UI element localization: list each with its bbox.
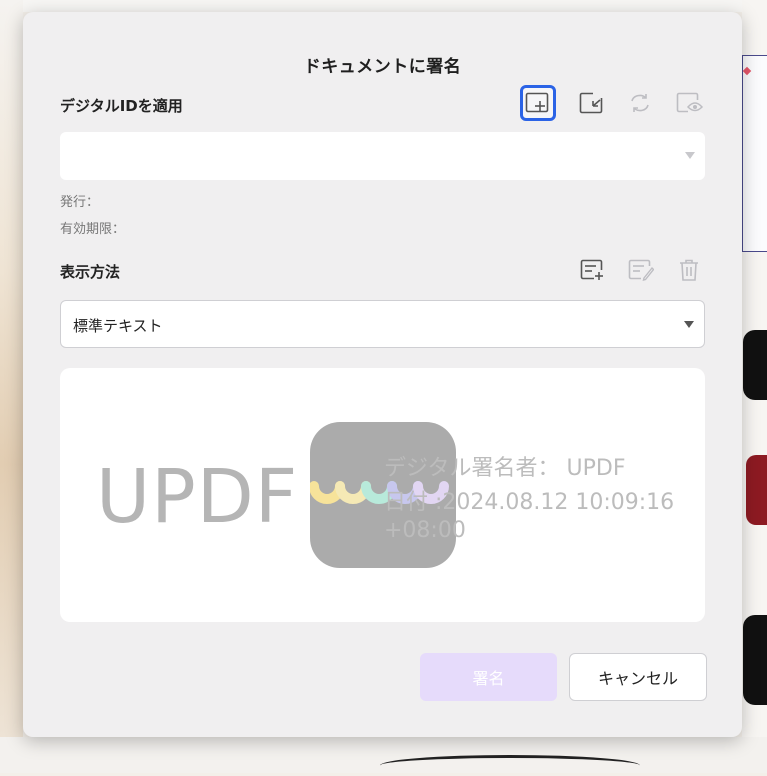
issuer-label: 発行：: [60, 195, 100, 210]
display-method-label: 表示方法: [60, 263, 121, 281]
delete-appearance-button[interactable]: [671, 252, 707, 288]
import-id-icon: [579, 92, 603, 114]
import-digital-id-button[interactable]: [574, 85, 610, 121]
add-digital-id-button[interactable]: [520, 85, 556, 121]
validity-label: 有効期限：: [60, 222, 126, 237]
digital-id-label: デジタルIDを適用: [60, 97, 183, 115]
document-artwork: [743, 330, 767, 400]
refresh-digital-id-button[interactable]: [622, 85, 658, 121]
add-style-icon: [580, 259, 603, 280]
chevron-down-icon: [684, 321, 694, 328]
edit-appearance-button[interactable]: [623, 252, 659, 288]
preview-signer-line: デジタル署名者： UPDF: [384, 456, 626, 481]
refresh-icon: [631, 94, 649, 112]
view-id-icon: [676, 92, 704, 113]
document-background-left: [0, 0, 23, 773]
add-appearance-button[interactable]: [575, 252, 611, 288]
digital-id-select[interactable]: [60, 132, 705, 180]
preview-signer-name: UPDF: [96, 454, 299, 540]
chevron-down-icon: [685, 152, 695, 159]
signature-preview: UPDF デジタル署名者： UPDF 日付 :2024.08.12 10:09:…: [60, 368, 705, 622]
trash-icon: [680, 259, 698, 281]
view-digital-id-button[interactable]: [672, 85, 708, 121]
preview-date-line: 日付 :2024.08.12 10:09:16: [384, 490, 675, 515]
sign-button[interactable]: 署名: [420, 653, 557, 701]
display-method-select[interactable]: 標準テキスト: [60, 300, 705, 348]
dialog-title: ドキュメントに署名: [303, 57, 462, 77]
sign-document-dialog: ドキュメントに署名 デジタルIDを適用 発行： 有効期限： 表示方法 標準テキス…: [23, 12, 742, 737]
preview-timezone-line: +08:00: [384, 518, 466, 543]
display-method-value: 標準テキスト: [73, 317, 163, 335]
document-background-top: [0, 0, 767, 12]
document-frame: [742, 55, 767, 252]
document-artwork: [746, 455, 767, 525]
edit-style-icon: [628, 259, 654, 281]
document-artwork: [743, 615, 767, 705]
add-id-icon: [525, 92, 549, 113]
cancel-button[interactable]: キャンセル: [569, 653, 707, 701]
